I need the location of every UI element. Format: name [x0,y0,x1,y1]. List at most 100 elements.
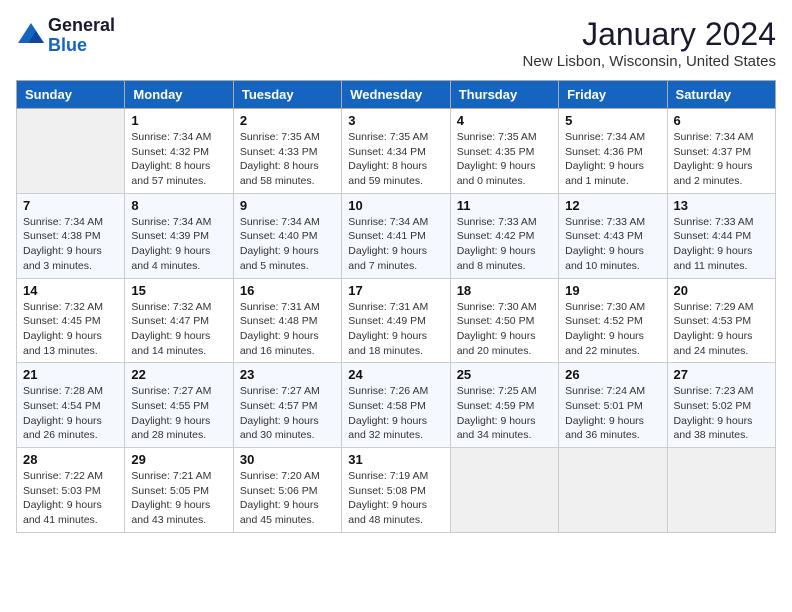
calendar-day-header: Saturday [667,81,775,109]
calendar-cell [559,448,667,533]
calendar-cell: 27 Sunrise: 7:23 AMSunset: 5:02 PMDayligh… [667,363,775,448]
calendar-cell: 16 Sunrise: 7:31 AMSunset: 4:48 PMDayligh… [233,278,341,363]
calendar-cell: 6 Sunrise: 7:34 AMSunset: 4:37 PMDaylight… [667,109,775,194]
day-number: 23 [240,367,335,382]
calendar-cell: 22 Sunrise: 7:27 AMSunset: 4:55 PMDayligh… [125,363,233,448]
day-info: Sunrise: 7:19 AMSunset: 5:08 PMDaylight:… [348,469,443,528]
day-info: Sunrise: 7:23 AMSunset: 5:02 PMDaylight:… [674,384,769,443]
day-info: Sunrise: 7:30 AMSunset: 4:52 PMDaylight:… [565,300,660,359]
day-number: 16 [240,283,335,298]
calendar-week-row: 28 Sunrise: 7:22 AMSunset: 5:03 PMDayligh… [17,448,776,533]
calendar-cell: 20Sunrise: 7:29 AMSunset: 4:53 PMDayligh… [667,278,775,363]
calendar-week-row: 7 Sunrise: 7:34 AMSunset: 4:38 PMDaylight… [17,193,776,278]
calendar-cell: 11Sunrise: 7:33 AMSunset: 4:42 PMDayligh… [450,193,558,278]
calendar-cell: 23 Sunrise: 7:27 AMSunset: 4:57 PMDayligh… [233,363,341,448]
day-info: Sunrise: 7:33 AMSunset: 4:44 PMDaylight:… [674,215,769,274]
day-info: Sunrise: 7:34 AMSunset: 4:38 PMDaylight:… [23,215,118,274]
calendar-cell: 3Sunrise: 7:35 AMSunset: 4:34 PMDaylight… [342,109,450,194]
day-number: 18 [457,283,552,298]
day-number: 9 [240,198,335,213]
day-info: Sunrise: 7:31 AMSunset: 4:48 PMDaylight:… [240,300,335,359]
calendar-cell: 18 Sunrise: 7:30 AMSunset: 4:50 PMDayligh… [450,278,558,363]
day-info: Sunrise: 7:27 AMSunset: 4:57 PMDaylight:… [240,384,335,443]
calendar-cell: 10 Sunrise: 7:34 AMSunset: 4:41 PMDayligh… [342,193,450,278]
day-info: Sunrise: 7:34 AMSunset: 4:32 PMDaylight:… [131,130,226,189]
calendar-cell: 9 Sunrise: 7:34 AMSunset: 4:40 PMDaylight… [233,193,341,278]
calendar-cell: 15 Sunrise: 7:32 AMSunset: 4:47 PMDayligh… [125,278,233,363]
day-number: 17 [348,283,443,298]
calendar-table: SundayMondayTuesdayWednesdayThursdayFrid… [16,80,776,533]
day-info: Sunrise: 7:28 AMSunset: 4:54 PMDaylight:… [23,384,118,443]
calendar-cell: 14 Sunrise: 7:32 AMSunset: 4:45 PMDayligh… [17,278,125,363]
calendar-day-header: Wednesday [342,81,450,109]
calendar-cell: 25 Sunrise: 7:25 AMSunset: 4:59 PMDayligh… [450,363,558,448]
day-info: Sunrise: 7:22 AMSunset: 5:03 PMDaylight:… [23,469,118,528]
calendar-day-header: Tuesday [233,81,341,109]
logo-blue: Blue [48,35,87,55]
day-info: Sunrise: 7:35 AMSunset: 4:33 PMDaylight:… [240,130,335,189]
day-number: 25 [457,367,552,382]
calendar-cell: 30 Sunrise: 7:20 AMSunset: 5:06 PMDayligh… [233,448,341,533]
day-number: 13 [674,198,769,213]
calendar-cell: 24Sunrise: 7:26 AMSunset: 4:58 PMDayligh… [342,363,450,448]
day-info: Sunrise: 7:31 AMSunset: 4:49 PMDaylight:… [348,300,443,359]
calendar-cell: 19 Sunrise: 7:30 AMSunset: 4:52 PMDayligh… [559,278,667,363]
day-info: Sunrise: 7:35 AMSunset: 4:35 PMDaylight:… [457,130,552,189]
day-info: Sunrise: 7:27 AMSunset: 4:55 PMDaylight:… [131,384,226,443]
day-number: 6 [674,113,769,128]
logo: General Blue [16,16,115,56]
day-info: Sunrise: 7:32 AMSunset: 4:45 PMDaylight:… [23,300,118,359]
day-number: 19 [565,283,660,298]
calendar-day-header: Thursday [450,81,558,109]
day-number: 12 [565,198,660,213]
day-info: Sunrise: 7:33 AMSunset: 4:42 PMDaylight:… [457,215,552,274]
calendar-cell: 21 Sunrise: 7:28 AMSunset: 4:54 PMDayligh… [17,363,125,448]
day-number: 15 [131,283,226,298]
calendar-cell: 29 Sunrise: 7:21 AMSunset: 5:05 PMDayligh… [125,448,233,533]
day-info: Sunrise: 7:34 AMSunset: 4:37 PMDaylight:… [674,130,769,189]
day-info: Sunrise: 7:25 AMSunset: 4:59 PMDaylight:… [457,384,552,443]
day-number: 8 [131,198,226,213]
day-info: Sunrise: 7:33 AMSunset: 4:43 PMDaylight:… [565,215,660,274]
day-number: 10 [348,198,443,213]
day-number: 21 [23,367,118,382]
day-info: Sunrise: 7:20 AMSunset: 5:06 PMDaylight:… [240,469,335,528]
calendar-cell [17,109,125,194]
day-number: 28 [23,452,118,467]
day-number: 7 [23,198,118,213]
day-number: 20 [674,283,769,298]
calendar-cell: 8 Sunrise: 7:34 AMSunset: 4:39 PMDaylight… [125,193,233,278]
calendar-cell: 7 Sunrise: 7:34 AMSunset: 4:38 PMDaylight… [17,193,125,278]
day-info: Sunrise: 7:34 AMSunset: 4:41 PMDaylight:… [348,215,443,274]
calendar-cell [667,448,775,533]
day-info: Sunrise: 7:34 AMSunset: 4:39 PMDaylight:… [131,215,226,274]
day-number: 26 [565,367,660,382]
calendar-day-header: Monday [125,81,233,109]
calendar-cell: 31Sunrise: 7:19 AMSunset: 5:08 PMDayligh… [342,448,450,533]
day-number: 22 [131,367,226,382]
day-info: Sunrise: 7:35 AMSunset: 4:34 PMDaylight:… [348,130,443,189]
calendar-cell: 2Sunrise: 7:35 AMSunset: 4:33 PMDaylight… [233,109,341,194]
day-number: 14 [23,283,118,298]
calendar-week-row: 21 Sunrise: 7:28 AMSunset: 4:54 PMDayligh… [17,363,776,448]
day-number: 30 [240,452,335,467]
calendar-week-row: 1Sunrise: 7:34 AMSunset: 4:32 PMDaylight… [17,109,776,194]
logo-general: General [48,15,115,35]
day-number: 29 [131,452,226,467]
calendar-header-row: SundayMondayTuesdayWednesdayThursdayFrid… [17,81,776,109]
day-info: Sunrise: 7:21 AMSunset: 5:05 PMDaylight:… [131,469,226,528]
day-info: Sunrise: 7:32 AMSunset: 4:47 PMDaylight:… [131,300,226,359]
day-info: Sunrise: 7:30 AMSunset: 4:50 PMDaylight:… [457,300,552,359]
calendar-cell [450,448,558,533]
page-header: General Blue January 2024 New Lisbon, Wi… [16,16,776,70]
calendar-cell: 4 Sunrise: 7:35 AMSunset: 4:35 PMDaylight… [450,109,558,194]
calendar-cell: 5Sunrise: 7:34 AMSunset: 4:36 PMDaylight… [559,109,667,194]
day-number: 27 [674,367,769,382]
calendar-week-row: 14 Sunrise: 7:32 AMSunset: 4:45 PMDayligh… [17,278,776,363]
day-info: Sunrise: 7:34 AMSunset: 4:40 PMDaylight:… [240,215,335,274]
day-number: 4 [457,113,552,128]
calendar-cell: 26 Sunrise: 7:24 AMSunset: 5:01 PMDayligh… [559,363,667,448]
day-info: Sunrise: 7:24 AMSunset: 5:01 PMDaylight:… [565,384,660,443]
title-block: January 2024 New Lisbon, Wisconsin, Unit… [523,16,776,70]
calendar-day-header: Friday [559,81,667,109]
